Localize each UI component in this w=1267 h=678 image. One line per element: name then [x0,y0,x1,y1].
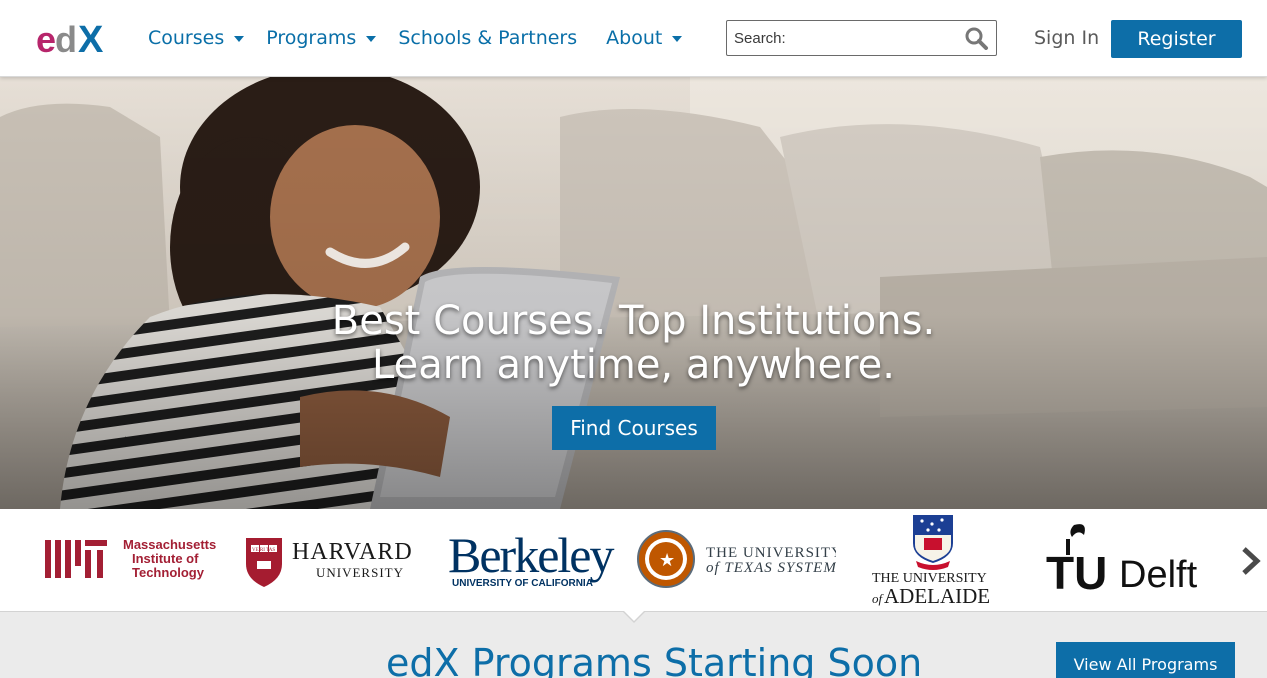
nav-programs[interactable]: Programs [266,24,377,52]
adelaide-of: of [872,591,885,606]
hero-headline-2: Learn anytime, anywhere. [372,342,895,388]
harvard-sub: UNIVERSITY [316,565,404,580]
view-all-programs-button[interactable]: View All Programs [1056,642,1235,678]
site-header: e d X Courses Programs Schools & Partner… [0,0,1267,77]
hero-banner: Best Courses. Top Institutions. Learn an… [0,77,1267,509]
partner-berkeley-logo[interactable]: Berkeley UNIVERSITY OF CALIFORNIA [446,509,626,612]
svg-text:d: d [55,19,77,58]
search-input[interactable] [727,21,963,55]
find-courses-button[interactable]: Find Courses [552,406,716,450]
partner-logos-strip: Massachusetts Institute of Technology VE… [0,509,1267,612]
edx-logo[interactable]: e d X [36,18,116,58]
berkeley-name: Berkeley [448,527,614,583]
berkeley-sub: UNIVERSITY OF CALIFORNIA [452,578,593,589]
chevron-right-icon[interactable] [1240,546,1262,576]
caret-down-icon [672,36,683,42]
nav-schools-partners-label: Schools & Partners [398,27,578,49]
svg-text:X: X [78,19,104,58]
harvard-name: HARVARD [292,539,413,565]
search-box [726,20,997,56]
nav-courses[interactable]: Courses [148,24,245,52]
search-icon[interactable] [964,26,990,50]
nav-programs-label: Programs [266,27,357,49]
partner-ut-system-logo[interactable]: ★ THE UNIVERSITY of TEXAS SYSTEM [636,509,836,612]
nav-courses-label: Courses [148,27,225,49]
ut-sub: of TEXAS SYSTEM [706,560,836,576]
mit-name-line-1: Massachusetts [123,537,216,552]
partner-adelaide-logo[interactable]: THE UNIVERSITY of ADELAIDE [866,509,1006,612]
harvard-shield-text: VE RI TAS [252,548,275,553]
partner-tudelft-logo[interactable]: TU Delft [1044,509,1224,612]
partner-harvard-logo[interactable]: VE RI TAS HARVARD UNIVERSITY [244,509,429,612]
tudelft-t: TU [1046,547,1107,599]
nav-about-label: About [606,27,663,49]
ut-name: THE UNIVERSITY [706,545,836,561]
hero-headline-1: Best Courses. Top Institutions. [331,298,936,344]
mit-name-line-2: Institute of [132,551,199,566]
svg-text:e: e [36,19,56,58]
tudelft-sub: Delft [1119,554,1198,596]
register-button[interactable]: Register [1111,20,1242,58]
programs-section-title: edX Programs Starting Soon [386,641,923,678]
section-pointer [624,611,644,621]
adelaide-sub: ADELAIDE [884,584,990,608]
mit-name-line-3: Technology [132,565,205,580]
main-nav: Courses Programs Schools & Partners Abou… [148,24,704,52]
caret-down-icon [366,36,377,42]
caret-down-icon [234,36,245,42]
nav-schools-partners[interactable]: Schools & Partners [398,24,577,52]
sign-in-link[interactable]: Sign In [1034,27,1099,49]
partner-mit-logo[interactable]: Massachusetts Institute of Technology [45,509,230,612]
svg-text:★: ★ [659,550,675,571]
nav-about[interactable]: About [606,24,683,52]
